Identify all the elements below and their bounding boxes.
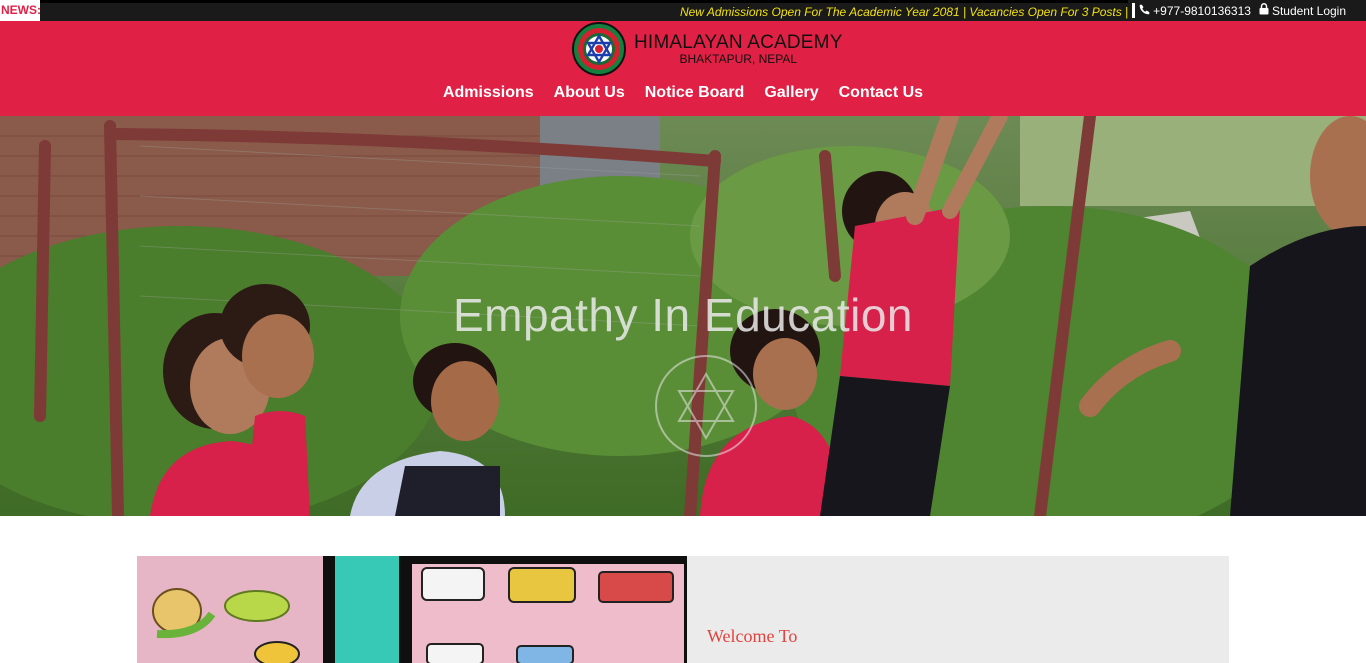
hero-banner: Empathy In Education xyxy=(0,116,1366,516)
classroom-chart-photo xyxy=(137,556,687,663)
news-bar: NEWS: New Admissions Open For The Academ… xyxy=(0,0,1366,21)
welcome-heading: Welcome To xyxy=(707,626,798,646)
school-location: BHAKTAPUR, NEPAL xyxy=(679,52,798,66)
ticker-divider xyxy=(372,0,373,3)
brand-home-link[interactable]: HIMALAYAN ACADEMY BHAKTAPUR, NEPAL xyxy=(572,22,843,76)
welcome-panel: Welcome To xyxy=(687,556,1229,663)
brand-text: HIMALAYAN ACADEMY BHAKTAPUR, NEPAL xyxy=(634,32,843,66)
login-label: Student Login xyxy=(1271,3,1346,18)
nav-about-us[interactable]: About Us xyxy=(554,84,625,102)
nav-notice-board[interactable]: Notice Board xyxy=(645,84,745,102)
news-ticker-text[interactable]: New Admissions Open For The Academic Yea… xyxy=(680,5,1128,19)
phone-link[interactable]: +977-9810136313 xyxy=(1139,4,1251,18)
phone-icon xyxy=(1139,4,1150,18)
logo-emblem xyxy=(578,28,620,70)
nav-admissions[interactable]: Admissions xyxy=(443,84,534,102)
news-ticker: New Admissions Open For The Academic Yea… xyxy=(40,0,1129,21)
school-name: HIMALAYAN ACADEMY xyxy=(634,32,843,53)
nav-contact-us[interactable]: Contact Us xyxy=(839,84,923,102)
divider xyxy=(1132,3,1136,18)
hero-title: Empathy In Education xyxy=(452,289,914,341)
news-label: NEWS: xyxy=(0,0,41,21)
student-login-link[interactable]: Student Login xyxy=(1259,3,1346,18)
contact-links: +977-9810136313 Student Login xyxy=(1128,0,1366,21)
main-nav: Admissions About Us Notice Board Gallery… xyxy=(0,84,1366,102)
school-logo xyxy=(572,22,626,76)
phone-number: +977-9810136313 xyxy=(1153,3,1251,18)
site-header: HIMALAYAN ACADEMY BHAKTAPUR, NEPAL Admis… xyxy=(0,21,1366,116)
welcome-image xyxy=(137,556,687,663)
lock-icon xyxy=(1259,3,1269,18)
nav-gallery[interactable]: Gallery xyxy=(764,84,818,102)
